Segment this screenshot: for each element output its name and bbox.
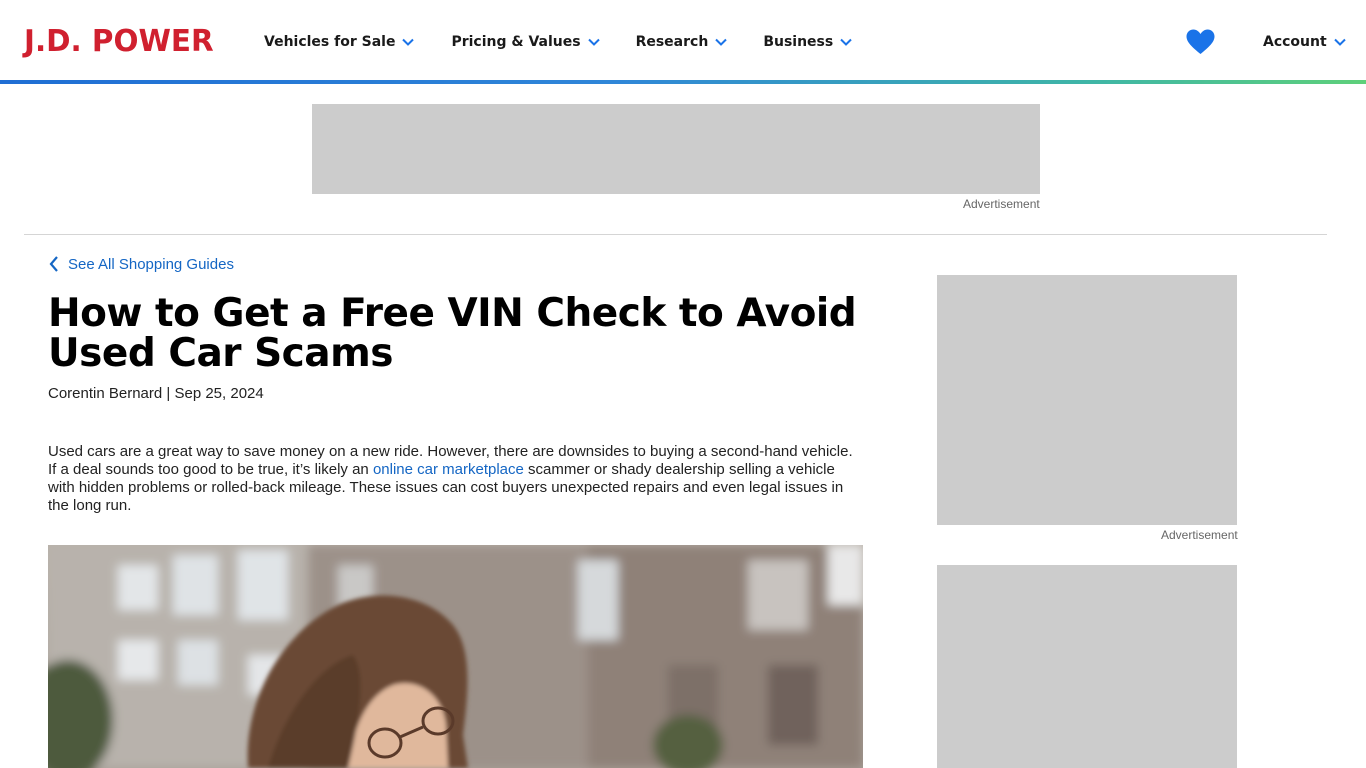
top-ad-label: Advertisement [963, 197, 1040, 211]
article-byline: Corentin Bernard | Sep 25, 2024 [48, 385, 264, 402]
content-divider [24, 234, 1327, 235]
jd-power-logo[interactable]: J.D. POWER [24, 24, 214, 60]
sidebar-ad-1[interactable] [937, 275, 1237, 525]
account-menu[interactable]: Account [1263, 30, 1347, 54]
see-all-guides-label: See All Shopping Guides [68, 255, 234, 273]
publish-date: Sep 25, 2024 [174, 385, 264, 402]
chevron-left-icon [49, 256, 58, 272]
nav-vehicles-for-sale[interactable]: Vehicles for Sale [264, 30, 415, 54]
article-title: How to Get a Free VIN Check to Avoid Use… [48, 291, 857, 376]
nav-vehicles-for-sale-label: Vehicles for Sale [264, 34, 396, 50]
chevron-down-icon [587, 38, 600, 46]
author-name: Corentin Bernard [48, 385, 163, 402]
nav-research[interactable]: Research [636, 30, 729, 54]
chevron-down-icon [715, 38, 728, 46]
hero-photo [48, 545, 863, 768]
chevron-down-icon [402, 38, 415, 46]
nav-business[interactable]: Business [763, 30, 853, 54]
heart-icon[interactable] [1186, 29, 1215, 55]
account-label: Account [1263, 34, 1327, 50]
main-nav: Vehicles for Sale Pricing & Values Resea… [264, 30, 853, 54]
article-intro: Used cars are a great way to save money … [48, 443, 863, 515]
nav-pricing-values-label: Pricing & Values [451, 34, 581, 50]
sidebar-ad-1-label: Advertisement [1161, 528, 1238, 542]
header-gradient-bar [0, 80, 1366, 84]
chevron-down-icon [1333, 38, 1346, 46]
site-header: J.D. POWER Vehicles for Sale Pricing & V… [0, 0, 1366, 84]
online-car-marketplace-link[interactable]: online car marketplace [373, 461, 524, 478]
nav-business-label: Business [763, 34, 834, 50]
nav-research-label: Research [635, 34, 709, 50]
article-hero-image [48, 545, 863, 768]
top-banner-ad[interactable] [312, 104, 1040, 194]
byline-separator: | [162, 385, 175, 402]
chevron-down-icon [840, 38, 852, 46]
nav-pricing-values[interactable]: Pricing & Values [451, 30, 600, 54]
sidebar-ad-2[interactable] [937, 565, 1237, 768]
see-all-guides-link[interactable]: See All Shopping Guides [48, 255, 234, 273]
